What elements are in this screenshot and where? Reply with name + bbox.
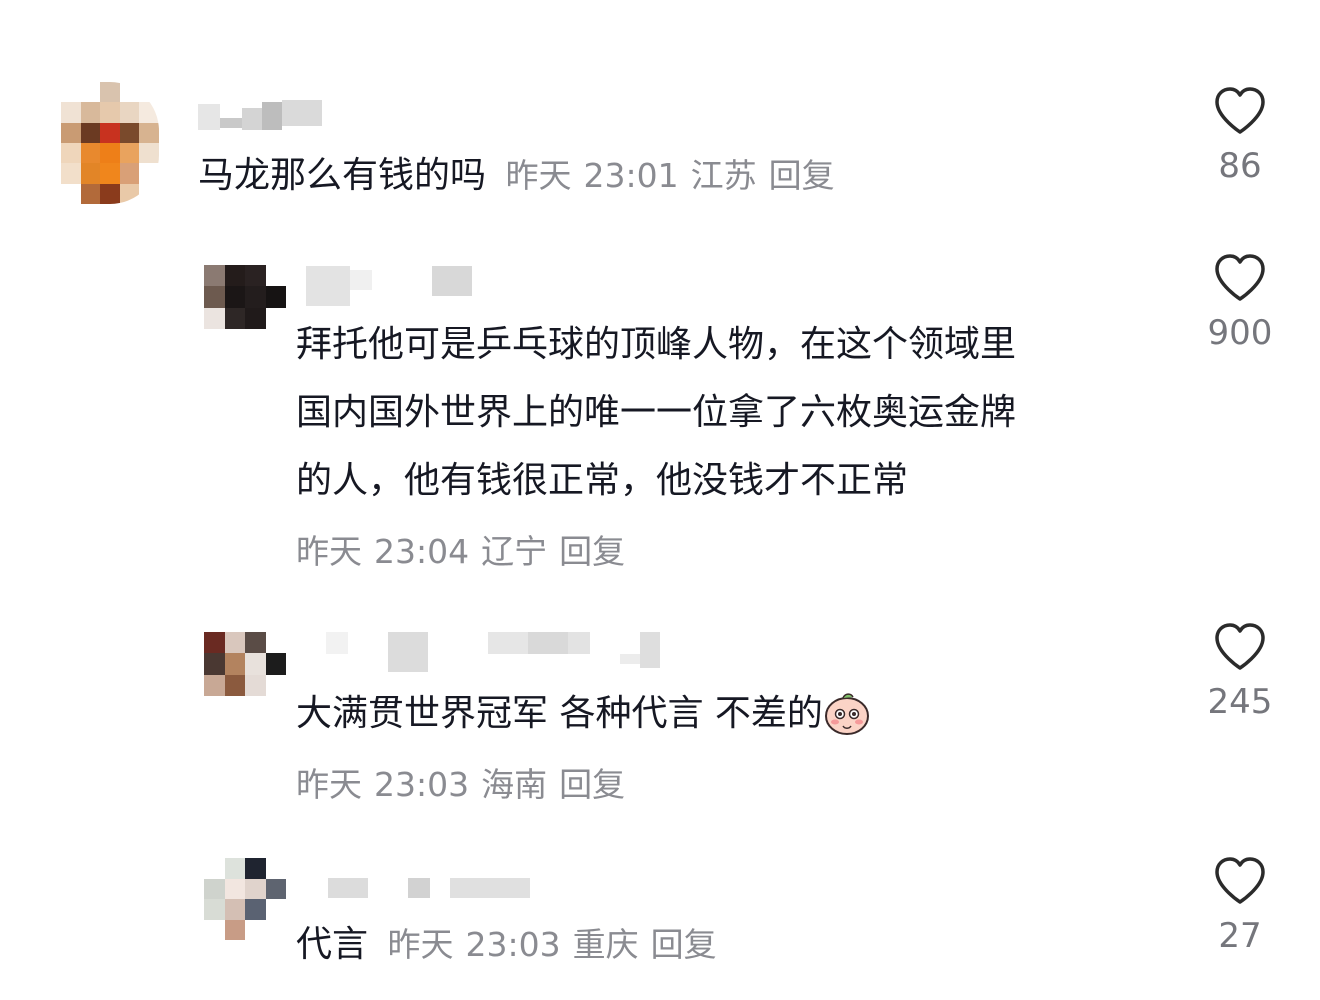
comment-meta: 昨天 23:03 重庆 回复 [387,925,728,964]
comment-text-content: 马龙那么有钱的吗 [198,155,487,196]
like-button[interactable]: 86 [1180,86,1300,186]
username-blurred[interactable] [328,878,530,898]
comment-text: 大满贯世界冠军 各种代言 不差的 [296,680,871,748]
reply-button[interactable]: 回复 [559,765,625,804]
comment-date: 昨天 [505,156,572,195]
comment-time: 23:01 [583,156,679,195]
like-count: 245 [1207,682,1273,722]
comment-text-line: 的人，他有钱很正常，他没钱才不正常 [296,460,909,501]
comment-time: 23:03 [465,925,561,964]
comment-text-content: 代言 [296,924,369,965]
comment-meta: 昨天 23:03 海南 回复 [296,758,637,806]
comment-location: 辽宁 [481,532,548,571]
comment-date: 昨天 [296,532,362,571]
like-count: 900 [1207,313,1273,353]
heart-outline-icon [1215,87,1265,134]
comment-text-line: 拜托他可是乒乓球的顶峰人物，在这个领域里 [296,324,1017,365]
like-button[interactable]: 245 [1180,622,1300,722]
avatar[interactable] [61,82,159,204]
comment-text-content: 大满贯世界冠军 各种代言 不差的 [296,693,823,734]
like-count: 27 [1218,916,1262,956]
comment-text: 代言 昨天 23:03 重庆 回复 [296,911,729,979]
comment-date: 昨天 [387,925,454,964]
like-count: 86 [1218,146,1262,186]
comment-location: 海南 [481,765,548,804]
username-blurred[interactable] [326,632,660,672]
comment-text: 马龙那么有钱的吗 昨天 23:01 江苏 回复 [198,142,847,210]
like-button[interactable]: 900 [1180,253,1300,353]
comment-time: 23:04 [374,532,470,571]
username-blurred[interactable] [306,266,472,306]
comment-location: 江苏 [690,156,757,195]
heart-outline-icon [1215,254,1265,301]
comment-location: 重庆 [572,925,639,964]
comment-text: 拜托他可是乒乓球的顶峰人物，在这个领域里 国内国外世界上的唯一一位拿了六枚奥运金… [296,311,1016,515]
reply-button[interactable]: 回复 [651,925,717,964]
username-blurred[interactable] [198,100,322,130]
comment-date: 昨天 [296,765,362,804]
comment-time: 23:03 [374,765,470,804]
comment-item: 马龙那么有钱的吗 昨天 23:01 江苏 回复 86 [0,0,1320,220]
comment-meta: 昨天 23:04 辽宁 回复 [296,525,637,573]
reply-button[interactable]: 回复 [769,156,835,195]
comment-text-line: 国内国外世界上的唯一一位拿了六枚奥运金牌 [296,392,1017,433]
peach-emoji-icon [824,693,869,735]
comment-meta: 昨天 23:01 江苏 回复 [505,156,846,195]
like-button[interactable]: 27 [1180,856,1300,956]
heart-outline-icon [1215,623,1265,670]
avatar[interactable] [204,632,286,696]
reply-button[interactable]: 回复 [559,532,625,571]
heart-outline-icon [1215,857,1265,904]
avatar[interactable] [204,858,286,940]
avatar[interactable] [204,265,286,329]
